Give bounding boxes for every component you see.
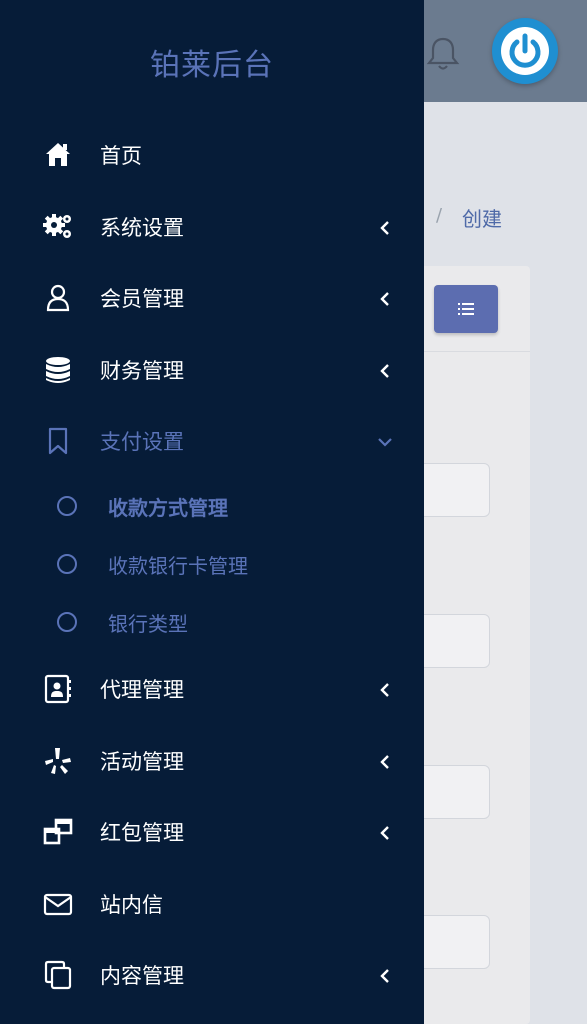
submenu-item-payment-methods[interactable]: 收款方式管理 — [0, 484, 424, 532]
sidebar-item-label: 系统设置 — [100, 216, 184, 240]
yelp-icon — [42, 745, 74, 777]
breadcrumb-separator: / — [436, 205, 443, 226]
sidebar-item-messages[interactable]: 站内信 — [0, 875, 424, 935]
sidebar-item-members[interactable]: 会员管理 — [0, 269, 424, 329]
sidebar-item-label: 会员管理 — [100, 287, 184, 311]
sidebar-item-system-settings[interactable]: 系统设置 — [0, 198, 424, 258]
database-icon — [42, 354, 74, 386]
sidebar-item-content[interactable]: 内容管理 — [0, 946, 424, 1006]
chevron-left-icon — [374, 216, 396, 240]
sidebar-item-payment-settings[interactable]: 支付设置 — [0, 412, 424, 472]
circle-icon — [56, 553, 78, 575]
sidebar-item-agents[interactable]: 代理管理 — [0, 660, 424, 720]
sidebar-drawer: 铂莱后台 首页 系统设置 会员管理 财务管理 支付设置 收款方式管理 收款银行卡… — [0, 0, 424, 1024]
list-icon — [458, 303, 474, 315]
chevron-left-icon — [374, 821, 396, 845]
brand-title: 铂莱后台 — [150, 48, 274, 83]
chevron-left-icon — [374, 964, 396, 988]
sidebar-item-label: 红包管理 — [100, 821, 184, 845]
chevron-left-icon — [374, 750, 396, 774]
sidebar-item-label: 活动管理 — [100, 750, 184, 774]
chevron-down-icon — [374, 430, 396, 454]
chevron-left-icon — [374, 359, 396, 383]
circle-icon — [56, 495, 78, 517]
submenu-item-label: 银行类型 — [108, 612, 188, 636]
home-icon — [42, 139, 74, 171]
clone-windows-icon — [42, 816, 74, 848]
list-button[interactable] — [434, 285, 498, 333]
sidebar-item-label: 内容管理 — [100, 964, 184, 988]
power-button[interactable] — [492, 18, 558, 84]
submenu-item-bank-types[interactable]: 银行类型 — [0, 600, 424, 648]
bookmark-icon — [42, 425, 74, 457]
bell-icon[interactable] — [426, 36, 460, 72]
submenu-item-label: 收款银行卡管理 — [108, 554, 248, 578]
sidebar-item-finance[interactable]: 财务管理 — [0, 341, 424, 401]
sidebar-item-label: 首页 — [100, 144, 142, 168]
copy-icon — [42, 959, 74, 991]
chevron-left-icon — [374, 287, 396, 311]
circle-icon — [56, 611, 78, 633]
power-icon — [501, 27, 549, 75]
envelope-icon — [42, 888, 74, 920]
submenu-item-bank-cards[interactable]: 收款银行卡管理 — [0, 542, 424, 590]
sidebar-item-label: 站内信 — [100, 893, 163, 917]
gears-icon — [42, 211, 74, 243]
submenu-item-label: 收款方式管理 — [108, 496, 228, 520]
sidebar-item-label: 代理管理 — [100, 678, 184, 702]
sidebar-item-label: 支付设置 — [100, 430, 184, 454]
breadcrumb-current: 创建 — [462, 207, 502, 231]
sidebar-item-activities[interactable]: 活动管理 — [0, 732, 424, 792]
sidebar-item-home[interactable]: 首页 — [0, 126, 424, 186]
sidebar-item-red-packets[interactable]: 红包管理 — [0, 803, 424, 863]
user-icon — [42, 282, 74, 314]
contact-card-icon — [42, 673, 74, 705]
chevron-left-icon — [374, 678, 396, 702]
sidebar-item-label: 财务管理 — [100, 359, 184, 383]
